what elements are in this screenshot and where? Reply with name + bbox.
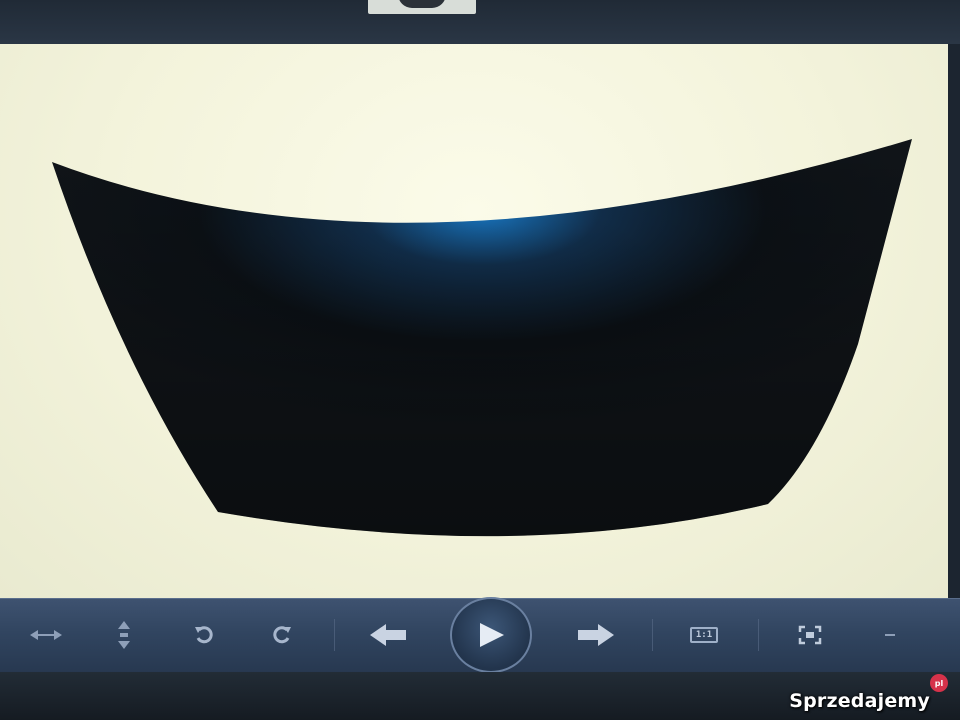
previous-button[interactable] (366, 617, 410, 653)
actual-size-icon: 1:1 (690, 627, 718, 643)
previous-arrow-icon (370, 624, 406, 646)
next-button[interactable] (574, 617, 618, 653)
rotate-right-icon (273, 626, 291, 644)
image-viewer (0, 44, 948, 600)
fullscreen-icon (798, 625, 822, 645)
rotate-right-button[interactable] (262, 617, 302, 653)
top-bar (0, 0, 960, 44)
rotate-left-button[interactable] (184, 617, 224, 653)
toolbar-separator (334, 619, 335, 651)
minimize-icon (885, 634, 895, 636)
actual-size-button[interactable]: 1:1 (684, 617, 724, 653)
next-arrow-icon (578, 624, 614, 646)
minimize-button[interactable] (870, 617, 910, 653)
watermark: Sprzedajemy (789, 690, 930, 712)
viewer-toolbar: 1:1 (0, 597, 960, 673)
toolbar-separator (652, 619, 653, 651)
fit-width-icon (30, 630, 62, 640)
watermark-badge: pl (930, 674, 948, 692)
toolbar-separator (758, 619, 759, 651)
fullscreen-button[interactable] (790, 617, 830, 653)
fit-height-button[interactable] (104, 617, 144, 653)
rotate-left-icon (195, 626, 213, 644)
actual-size-label: 1:1 (695, 630, 713, 640)
thumbnail[interactable] (368, 0, 476, 14)
fit-width-button[interactable] (26, 617, 66, 653)
play-slideshow-button[interactable] (450, 597, 532, 673)
car-hood-image (52, 139, 912, 537)
fit-height-icon (118, 621, 130, 649)
play-slideshow-icon (480, 623, 504, 647)
